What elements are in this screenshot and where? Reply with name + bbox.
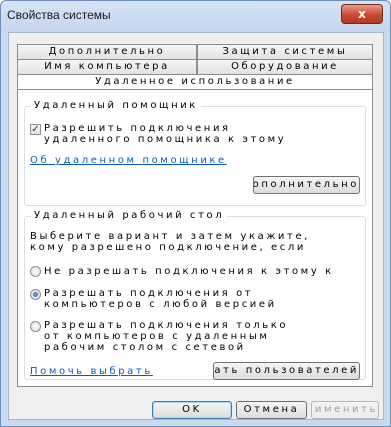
- radio-allow-any-label-1: Разрешать подключения от: [44, 288, 254, 299]
- ok-button[interactable]: OK: [152, 401, 232, 419]
- remote-desktop-title: Удаленный рабочий стол: [31, 209, 228, 223]
- remote-desktop-description-2: кому разрешено подключение, если: [30, 242, 306, 253]
- remote-tab-panel: Удаленный помощник ✓ Разрешить подключен…: [17, 89, 373, 387]
- radio-deny-label: Не разрешать подключения к этому к: [44, 266, 334, 277]
- allow-assistance-checkbox[interactable]: ✓: [30, 124, 41, 135]
- remote-desktop-group: Удаленный рабочий стол Выберите вариант …: [24, 209, 366, 380]
- tab-system-protection[interactable]: Защита системы: [197, 44, 373, 59]
- dialog-client-area: Дополнительно Защита системы Имя компьют…: [8, 32, 384, 420]
- radio-allow-any-label-2: компьютеров с любой версией: [44, 299, 277, 310]
- tab-remote[interactable]: Удаленное использование: [17, 74, 373, 90]
- cancel-button[interactable]: Отмена: [236, 401, 307, 419]
- tab-row-top: Дополнительно Защита системы: [17, 44, 373, 59]
- tab-advanced[interactable]: Дополнительно: [17, 44, 197, 59]
- title-bar[interactable]: Свойства системы x: [1, 1, 390, 32]
- close-icon: x: [358, 7, 366, 21]
- apply-button[interactable]: Применить: [311, 401, 379, 419]
- radio-allow-nla-only[interactable]: [30, 321, 41, 332]
- tab-row-middle: Имя компьютера Оборудование: [17, 59, 373, 74]
- remote-desktop-description-1: Выберите вариант и затем укажите,: [30, 231, 310, 242]
- help-me-choose-link[interactable]: Помочь выбрать: [30, 366, 153, 377]
- remote-assistance-group: Удаленный помощник ✓ Разрешить подключен…: [24, 99, 366, 206]
- select-users-button[interactable]: Выбрать пользователей: [213, 362, 360, 380]
- radio-deny-connections[interactable]: [30, 266, 41, 277]
- radio-allow-nla-label-3: рабочим столом с сетевой: [44, 342, 246, 353]
- allow-assistance-label-1: Разрешить подключения: [44, 123, 231, 134]
- allow-assistance-label-2: удаленного помощника к этому: [44, 134, 287, 145]
- assistance-advanced-button[interactable]: Дополнительно: [253, 176, 360, 194]
- radio-allow-nla-label-2: от компьютеров с удаленным: [44, 331, 270, 342]
- radio-allow-any-version[interactable]: [30, 289, 41, 300]
- system-properties-window: Свойства системы x Дополнительно Защита …: [0, 0, 391, 427]
- window-title: Свойства системы: [7, 8, 111, 22]
- tab-hardware[interactable]: Оборудование: [197, 59, 373, 74]
- about-assistance-link[interactable]: Об удаленном помощнике: [30, 155, 227, 166]
- tab-computer-name[interactable]: Имя компьютера: [17, 59, 197, 74]
- remote-assistance-title: Удаленный помощник: [31, 99, 201, 113]
- close-button[interactable]: x: [341, 4, 383, 24]
- radio-allow-nla-label-1: Разрешать подключения только: [44, 320, 289, 331]
